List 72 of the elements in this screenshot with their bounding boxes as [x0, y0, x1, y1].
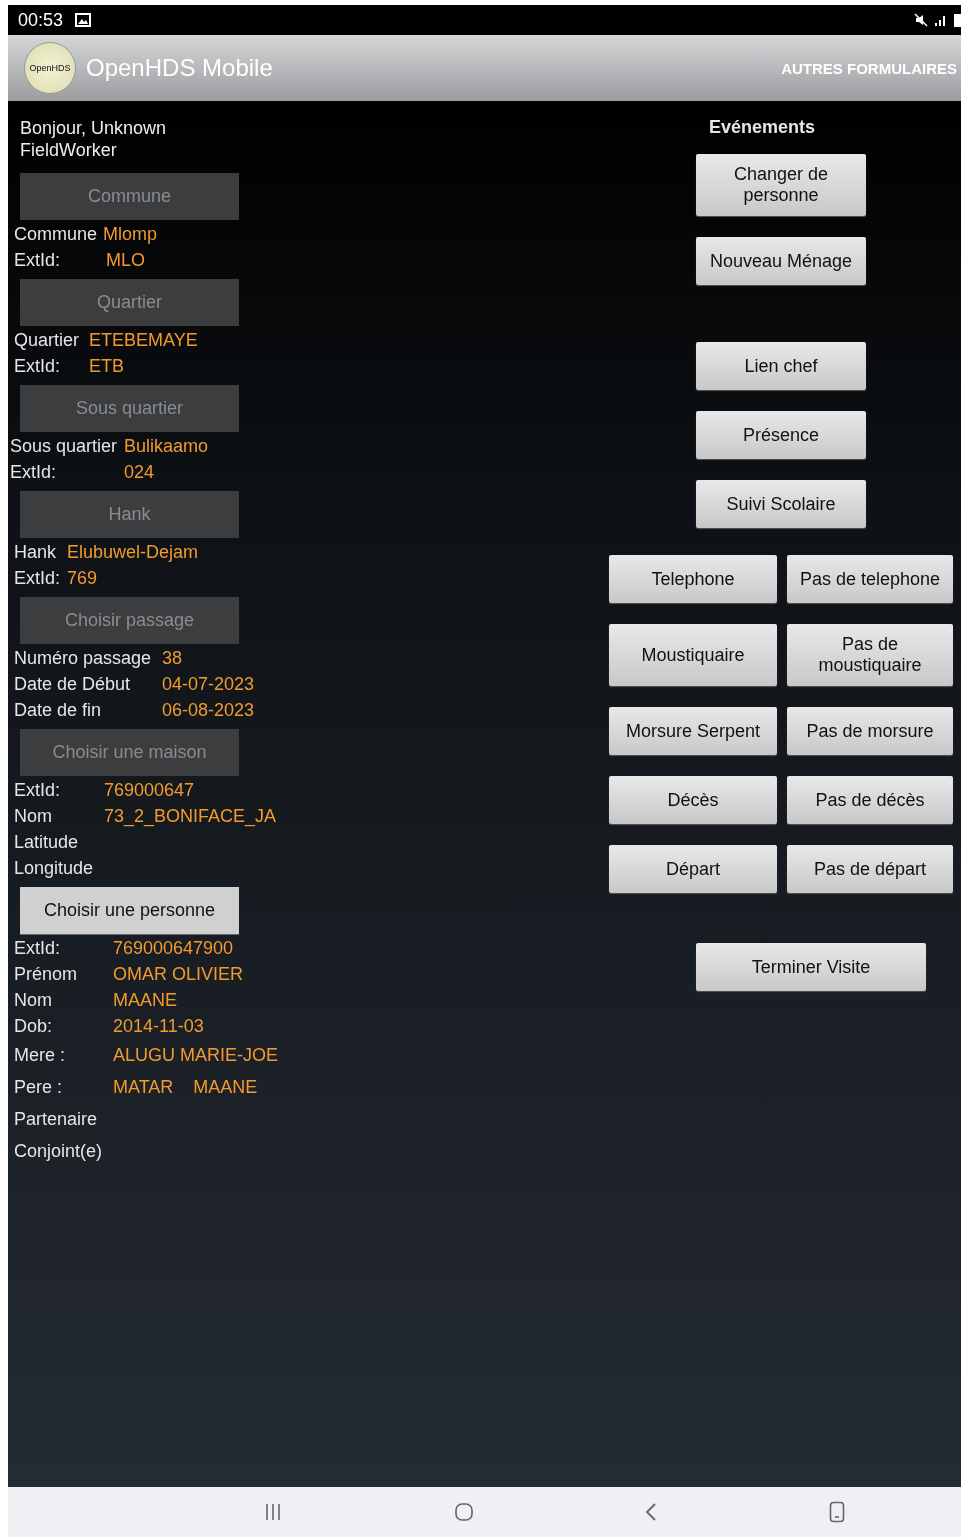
- home-icon[interactable]: [453, 1502, 474, 1522]
- event-button[interactable]: Pas de décès: [787, 776, 953, 824]
- event-button[interactable]: Changer de personne: [696, 154, 866, 216]
- field-value: 769000647: [104, 779, 195, 801]
- field-value: OMAR OLIVIER: [113, 963, 244, 985]
- field-label: Date de fin: [14, 699, 103, 721]
- field-label: Date de Début: [14, 673, 132, 695]
- field-label: ExtId:: [14, 567, 62, 589]
- field-label: Nom: [14, 805, 53, 827]
- field-label: Hank: [14, 541, 58, 563]
- field-value: 2014-11-03: [113, 1015, 204, 1037]
- field-label: Dob:: [14, 1015, 54, 1037]
- event-button[interactable]: Lien chef: [696, 342, 866, 390]
- event-button[interactable]: Décès: [609, 776, 777, 824]
- field-value: 769: [67, 567, 98, 589]
- field-label: ExtId:: [14, 779, 62, 801]
- event-button[interactable]: Moustiquaire: [609, 624, 777, 686]
- field-label: Commune: [14, 223, 98, 245]
- app-title: OpenHDS Mobile: [86, 54, 273, 82]
- field-value: ETB: [89, 355, 124, 377]
- field-label: Pere :: [14, 1076, 64, 1098]
- event-button[interactable]: Présence: [696, 411, 866, 459]
- field-label: Mere :: [14, 1044, 66, 1066]
- field-label: ExtId:: [14, 249, 62, 271]
- event-button[interactable]: Pas de moustiquaire: [787, 624, 953, 686]
- event-button[interactable]: Nouveau Ménage: [696, 237, 866, 285]
- event-button[interactable]: Pas de départ: [787, 845, 953, 893]
- events-heading: Evénements: [709, 117, 817, 139]
- field-value: 38: [162, 647, 183, 669]
- event-button[interactable]: Départ: [609, 845, 777, 893]
- field-label: Prénom: [14, 963, 79, 985]
- field-label: Latitude: [14, 831, 80, 853]
- event-button[interactable]: Telephone: [609, 555, 777, 603]
- field-label: Conjoint(e): [14, 1140, 104, 1162]
- greeting-text: Bonjour, Unknown FieldWorker: [20, 117, 168, 161]
- mute-icon: [914, 13, 928, 27]
- field-value: 06-08-2023: [162, 699, 255, 721]
- event-button[interactable]: Suivi Scolaire: [696, 480, 866, 528]
- field-value: MATAR MAANE: [113, 1076, 258, 1098]
- status-time: 00:53: [18, 9, 64, 31]
- app-logo: OpenHDS: [24, 42, 76, 94]
- back-icon[interactable]: [645, 1502, 658, 1522]
- field-value: Mlomp: [103, 223, 158, 245]
- event-button[interactable]: Pas de morsure: [787, 707, 953, 755]
- signal-icon: [934, 14, 948, 26]
- field-value: MLO: [106, 249, 145, 271]
- field-label: Partenaire: [14, 1108, 99, 1130]
- field-value: Elubuwel-Dejam: [67, 541, 199, 563]
- field-value: ALUGU MARIE-JOE: [113, 1044, 279, 1066]
- field-label: Sous quartier: [10, 435, 119, 457]
- field-label: Numéro passage: [14, 647, 153, 669]
- event-button[interactable]: Terminer Visite: [696, 943, 926, 991]
- recent-apps-icon[interactable]: [263, 1503, 282, 1521]
- field-label: Nom: [14, 989, 53, 1011]
- field-value: 04-07-2023: [162, 673, 255, 695]
- field-value: 73_2_BONIFACE_JA: [104, 805, 277, 827]
- field-label: ExtId:: [14, 355, 62, 377]
- field-value: 769000647900: [113, 937, 234, 959]
- field-value: ETEBEMAYE: [89, 329, 198, 351]
- event-button[interactable]: Morsure Serpent: [609, 707, 777, 755]
- select-button[interactable]: Choisir une personne: [20, 887, 239, 934]
- field-value: Bulikaamo: [124, 435, 209, 457]
- field-label: ExtId:: [10, 461, 58, 483]
- field-label: Quartier: [14, 329, 81, 351]
- field-value: 024: [124, 461, 155, 483]
- image-icon: [75, 13, 92, 27]
- field-label: ExtId:: [14, 937, 62, 959]
- rotate-phone-icon[interactable]: [829, 1501, 846, 1523]
- field-value: MAANE: [113, 989, 177, 1011]
- event-button[interactable]: Pas de telephone: [787, 555, 953, 603]
- field-label: Longitude: [14, 857, 95, 879]
- battery-icon: [954, 13, 961, 27]
